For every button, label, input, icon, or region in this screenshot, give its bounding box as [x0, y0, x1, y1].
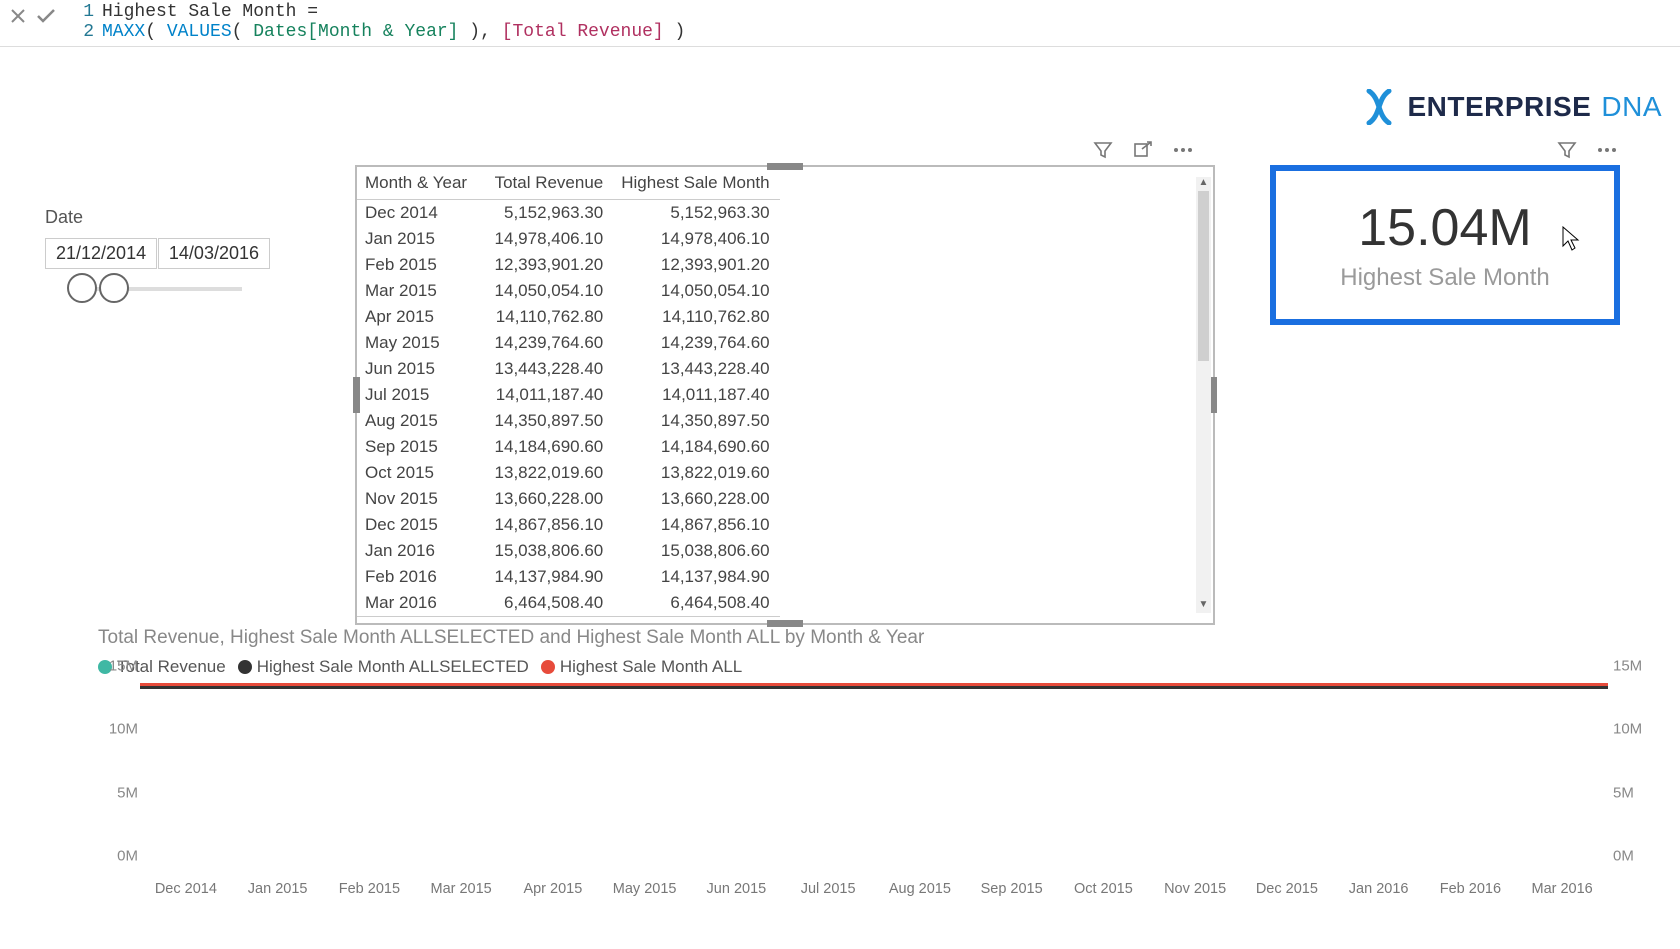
x-tick-label: Jan 2016	[1349, 881, 1409, 897]
data-table: Month & YearTotal RevenueHighest Sale Mo…	[357, 167, 780, 623]
x-tick-label: Dec 2015	[1256, 881, 1318, 897]
x-tick-label: Jul 2015	[801, 881, 856, 897]
table-row[interactable]: Apr 201514,110,762.8014,110,762.80	[357, 304, 780, 330]
filter-icon[interactable]	[1554, 137, 1580, 163]
table-scrollbar[interactable]: ▲ ▼	[1196, 177, 1211, 613]
card-value: 15.04M	[1358, 198, 1531, 258]
table-row[interactable]: Feb 201512,393,901.2012,393,901.20	[357, 252, 780, 278]
chart-title: Total Revenue, Highest Sale Month ALLSEL…	[98, 627, 1650, 649]
table-row[interactable]: Dec 20145,152,963.305,152,963.30	[357, 200, 780, 227]
card-label: Highest Sale Month	[1340, 264, 1549, 292]
brand-text-enterprise: ENTERPRISE	[1407, 91, 1591, 123]
y-tick: 0M	[1613, 848, 1653, 865]
x-tick-label: Mar 2016	[1531, 881, 1592, 897]
y-tick: 5M	[1613, 784, 1653, 801]
slicer-thumb-start[interactable]	[67, 273, 97, 303]
scroll-down-arrow[interactable]: ▼	[1196, 599, 1211, 613]
formula-editor[interactable]: 1 Highest Sale Month = 2 MAXX ( VALUES (…	[60, 2, 1676, 42]
brand-text-dna: DNA	[1601, 91, 1662, 123]
legend-item[interactable]: Highest Sale Month ALLSELECTED	[238, 657, 529, 677]
x-tick-label: Feb 2015	[339, 881, 400, 897]
column-header[interactable]: Highest Sale Month	[613, 167, 779, 200]
legend-item[interactable]: Highest Sale Month ALL	[541, 657, 742, 677]
scroll-thumb[interactable]	[1198, 191, 1209, 361]
line-number: 1	[80, 2, 102, 22]
column-header[interactable]: Month & Year	[357, 167, 477, 200]
legend-swatch	[238, 660, 252, 674]
y-tick: 15M	[98, 658, 138, 675]
more-options-icon[interactable]	[1594, 137, 1620, 163]
formula-cancel-button[interactable]	[4, 2, 32, 30]
chart-bars: Dec 2014Jan 2015Feb 2015Mar 2015Apr 2015…	[140, 683, 1608, 873]
y-tick: 5M	[98, 784, 138, 801]
brand-logo: ENTERPRISE DNA	[1361, 89, 1662, 125]
table-visual-header	[1090, 137, 1196, 163]
filter-icon[interactable]	[1090, 137, 1116, 163]
x-tick-label: Oct 2015	[1074, 881, 1133, 897]
slicer-title: Date	[45, 207, 270, 228]
more-options-icon[interactable]	[1170, 137, 1196, 163]
x-tick-label: Apr 2015	[523, 881, 582, 897]
y-axis-left: 0M5M10M15M	[98, 683, 138, 873]
formula-commit-button[interactable]	[32, 2, 60, 30]
x-tick-label: Nov 2015	[1164, 881, 1226, 897]
focus-mode-icon[interactable]	[1130, 137, 1156, 163]
table-row[interactable]: Oct 201513,822,019.6013,822,019.60	[357, 460, 780, 486]
x-tick-label: May 2015	[613, 881, 677, 897]
table-visual[interactable]: Month & YearTotal RevenueHighest Sale Mo…	[355, 165, 1215, 625]
column-header[interactable]: Total Revenue	[477, 167, 613, 200]
x-tick-label: Dec 2014	[155, 881, 217, 897]
table-total-row: Total208,907,259.6015,038,806.60	[357, 617, 780, 624]
x-tick-label: Sep 2015	[981, 881, 1043, 897]
slicer-end-date[interactable]: 14/03/2016	[158, 238, 270, 269]
chart-legend: Total RevenueHighest Sale Month ALLSELEC…	[98, 657, 1650, 677]
x-tick-label: Aug 2015	[889, 881, 951, 897]
table-row[interactable]: Nov 201513,660,228.0013,660,228.00	[357, 486, 780, 512]
chart-visual[interactable]: Total Revenue, Highest Sale Month ALLSEL…	[98, 627, 1650, 937]
table-row[interactable]: Feb 201614,137,984.9014,137,984.90	[357, 564, 780, 590]
table-row[interactable]: Jan 201514,978,406.1014,978,406.10	[357, 226, 780, 252]
scroll-up-arrow[interactable]: ▲	[1196, 177, 1211, 191]
slicer-thumb-end[interactable]	[99, 273, 129, 303]
table-row[interactable]: Aug 201514,350,897.5014,350,897.50	[357, 408, 780, 434]
table-row[interactable]: Jun 201513,443,228.4013,443,228.40	[357, 356, 780, 382]
dax-column-ref: Dates[Month & Year]	[253, 22, 458, 42]
x-tick-label: Mar 2015	[430, 881, 491, 897]
dax-function: MAXX	[102, 22, 145, 42]
date-slicer[interactable]: Date 21/12/2014 14/03/2016	[45, 207, 270, 301]
y-axis-right: 0M5M10M15M	[1613, 683, 1653, 873]
formula-bar: 1 Highest Sale Month = 2 MAXX ( VALUES (…	[0, 0, 1680, 47]
table-row[interactable]: Dec 201514,867,856.1014,867,856.10	[357, 512, 780, 538]
measure-name: Highest Sale Month	[102, 2, 296, 22]
report-canvas: ENTERPRISE DNA Date 21/12/2014 14/03/201…	[0, 47, 1680, 947]
card-visual-header	[1554, 137, 1620, 163]
card-visual[interactable]: 15.04M Highest Sale Month	[1270, 165, 1620, 325]
line-number: 2	[80, 22, 102, 42]
table-row[interactable]: May 201514,239,764.6014,239,764.60	[357, 330, 780, 356]
table-row[interactable]: Jul 201514,011,187.4014,011,187.40	[357, 382, 780, 408]
y-tick: 10M	[98, 721, 138, 738]
table-row[interactable]: Mar 201514,050,054.1014,050,054.10	[357, 278, 780, 304]
y-tick: 10M	[1613, 721, 1653, 738]
x-tick-label: Feb 2016	[1440, 881, 1501, 897]
dax-measure-ref: [Total Revenue]	[502, 22, 664, 42]
dna-icon	[1361, 89, 1397, 125]
y-tick: 0M	[98, 848, 138, 865]
slicer-track[interactable]	[73, 287, 242, 291]
dax-function: VALUES	[167, 22, 232, 42]
table-row[interactable]: Sep 201514,184,690.6014,184,690.60	[357, 434, 780, 460]
x-tick-label: Jun 2015	[707, 881, 767, 897]
table-row[interactable]: Mar 20166,464,508.406,464,508.40	[357, 590, 780, 617]
chart-plot-area: 0M5M10M15M 0M5M10M15M Dec 2014Jan 2015Fe…	[140, 683, 1608, 893]
x-tick-label: Jan 2015	[248, 881, 308, 897]
slicer-start-date[interactable]: 21/12/2014	[45, 238, 157, 269]
y-tick: 15M	[1613, 658, 1653, 675]
table-row[interactable]: Jan 201615,038,806.6015,038,806.60	[357, 538, 780, 564]
legend-swatch	[541, 660, 555, 674]
